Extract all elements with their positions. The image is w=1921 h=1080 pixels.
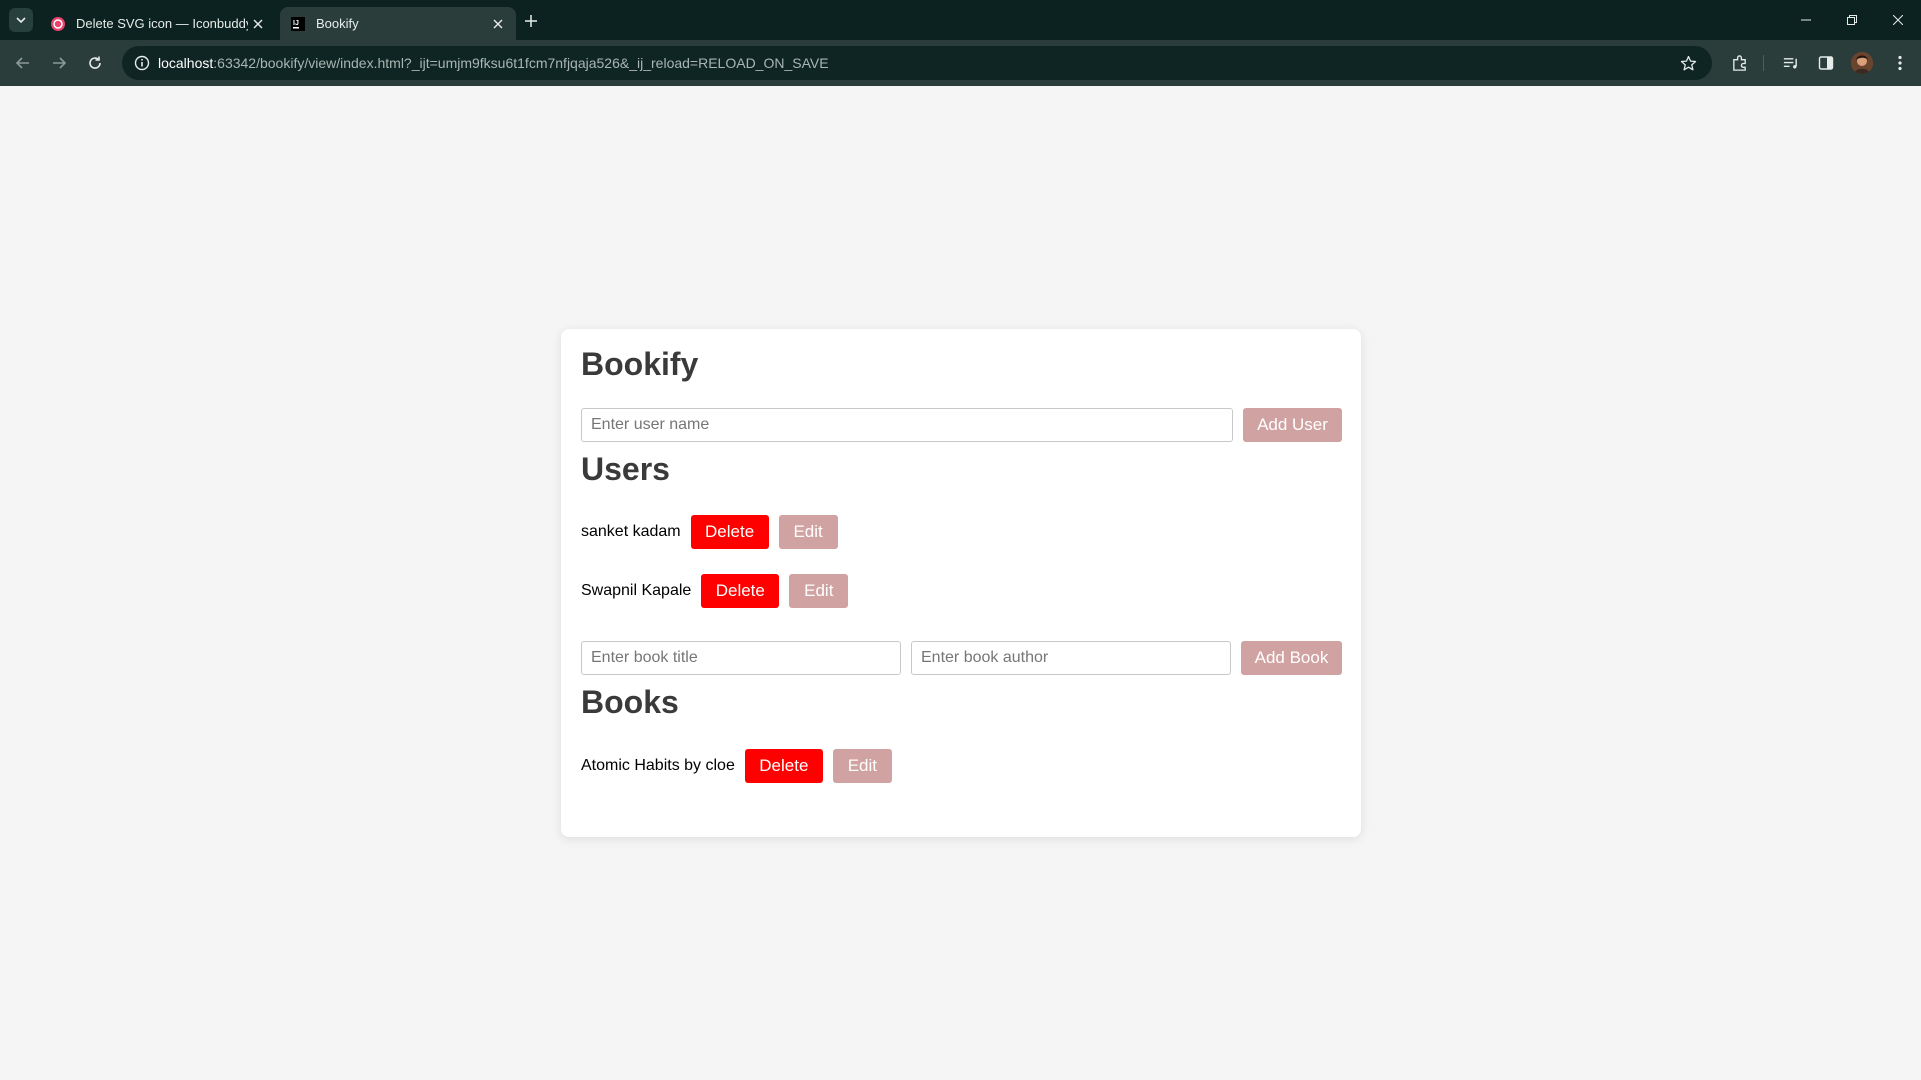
browser-toolbar: localhost:63342/bookify/view/index.html?…: [0, 40, 1921, 86]
menu-icon[interactable]: [1888, 51, 1912, 75]
window-controls: [1783, 0, 1921, 40]
user-name: Swapnil Kapale: [581, 582, 692, 599]
url-text: localhost:63342/bookify/view/index.html?…: [158, 55, 829, 71]
url-host: localhost: [158, 55, 214, 71]
user-row: Swapnil Kapale Delete Edit: [581, 574, 849, 608]
tab-iconbuddy[interactable]: Delete SVG icon — Iconbuddy: [40, 7, 276, 40]
address-bar[interactable]: localhost:63342/bookify/view/index.html?…: [122, 46, 1712, 80]
minimize-icon: [1801, 19, 1811, 21]
close-tab-icon[interactable]: [248, 14, 268, 34]
delete-book-button[interactable]: Delete: [744, 749, 823, 783]
tab-title: Delete SVG icon — Iconbuddy: [76, 16, 248, 31]
jetbrains-favicon-icon: IJ: [290, 16, 306, 32]
user-row: sanket kadam Delete Edit: [581, 515, 838, 549]
close-window-button[interactable]: [1875, 0, 1921, 40]
url-path: :63342/bookify/view/index.html?_ijt=umjm…: [213, 55, 829, 71]
close-icon: [1893, 15, 1903, 25]
media-control-icon[interactable]: [1778, 51, 1802, 75]
reload-icon: [89, 56, 101, 69]
new-tab-button[interactable]: [520, 10, 542, 32]
browser-tab-strip: Delete SVG icon — Iconbuddy IJ Bookify: [0, 0, 1921, 40]
restore-button[interactable]: [1829, 0, 1875, 40]
edit-book-button[interactable]: Edit: [832, 749, 892, 783]
user-name: sanket kadam: [581, 523, 681, 540]
tab-search-button[interactable]: [9, 8, 33, 32]
minimize-button[interactable]: [1783, 0, 1829, 40]
book-author-input[interactable]: [911, 641, 1231, 675]
forward-arrow-icon: [53, 57, 67, 69]
user-name-input[interactable]: [581, 408, 1233, 442]
profile-avatar[interactable]: [1851, 52, 1873, 74]
plus-icon: [525, 15, 537, 27]
books-heading: Books: [581, 684, 679, 720]
iconbuddy-favicon-icon: [50, 16, 66, 32]
chevron-down-icon: [16, 17, 26, 24]
reload-button[interactable]: [83, 51, 107, 75]
app-title: Bookify: [581, 346, 699, 382]
svg-text:IJ: IJ: [293, 20, 299, 27]
edit-user-button[interactable]: Edit: [778, 515, 838, 549]
tab-bookify[interactable]: IJ Bookify: [280, 7, 516, 40]
tab-title: Bookify: [316, 16, 359, 31]
book-title-input[interactable]: [581, 641, 901, 675]
book-row: Atomic Habits by cloe Delete Edit: [581, 749, 892, 783]
toolbar-separator: [1763, 55, 1764, 71]
extensions-icon[interactable]: [1727, 51, 1751, 75]
edit-user-button[interactable]: Edit: [789, 574, 849, 608]
restore-icon: [1847, 15, 1857, 25]
bookify-card: Bookify Add User Users sanket kadam Dele…: [561, 329, 1361, 837]
site-info-icon[interactable]: [130, 51, 154, 75]
add-book-button[interactable]: Add Book: [1241, 641, 1342, 675]
book-label: Atomic Habits by cloe: [581, 757, 735, 774]
close-tab-icon[interactable]: [488, 14, 508, 34]
bookmark-star-icon[interactable]: [1676, 51, 1700, 75]
side-panel-icon[interactable]: [1814, 51, 1838, 75]
add-user-button[interactable]: Add User: [1243, 408, 1342, 442]
users-heading: Users: [581, 451, 670, 487]
forward-button[interactable]: [47, 51, 71, 75]
back-arrow-icon: [15, 57, 29, 69]
delete-user-button[interactable]: Delete: [701, 574, 780, 608]
page-viewport: Bookify Add User Users sanket kadam Dele…: [1, 86, 1921, 1080]
delete-user-button[interactable]: Delete: [690, 515, 769, 549]
back-button[interactable]: [11, 51, 35, 75]
